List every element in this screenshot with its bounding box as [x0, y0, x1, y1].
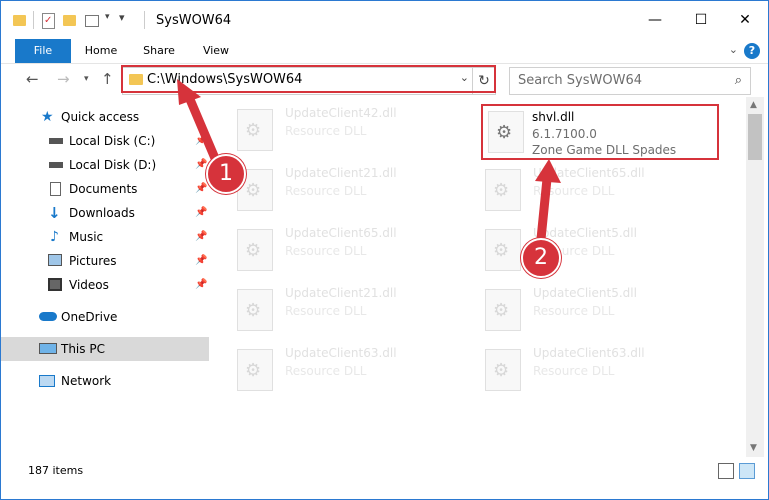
arrow-step-1 — [177, 79, 222, 168]
step-badge-1: 1 — [206, 154, 246, 194]
arrow-step-2 — [535, 159, 561, 244]
explorer-window: ✓ ▾ ▾ SysWOW64 — ☐ ✕ File Home Share Vie… — [0, 0, 769, 500]
annotation-arrows — [177, 79, 561, 244]
step-badge-2: 2 — [521, 238, 561, 278]
